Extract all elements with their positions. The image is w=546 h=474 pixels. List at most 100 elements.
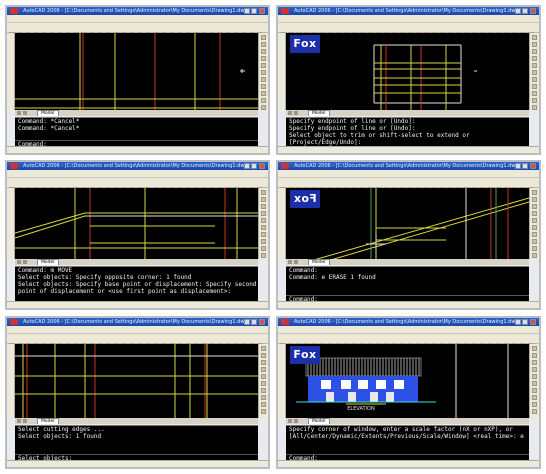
tab-model[interactable]: Model xyxy=(37,110,59,116)
tool-icon[interactable] xyxy=(532,218,537,223)
close-icon[interactable] xyxy=(259,319,265,325)
tool-icon[interactable] xyxy=(532,353,537,358)
minimize-icon[interactable] xyxy=(515,319,521,325)
tab-scroll-arrow[interactable] xyxy=(17,111,21,115)
tool-icon[interactable] xyxy=(532,232,537,237)
minimize-icon[interactable] xyxy=(515,163,521,169)
tab-scroll-arrow[interactable] xyxy=(294,111,298,115)
tool-icon[interactable] xyxy=(261,98,266,103)
tool-icon[interactable] xyxy=(261,204,266,209)
tool-icon[interactable] xyxy=(261,49,266,54)
maximize-icon[interactable] xyxy=(522,319,528,325)
tool-icon[interactable] xyxy=(261,374,266,379)
tool-icon[interactable] xyxy=(532,239,537,244)
tool-icon[interactable] xyxy=(261,56,266,61)
tool-icon[interactable] xyxy=(532,63,537,68)
tool-icon[interactable] xyxy=(261,353,266,358)
tab-model[interactable]: Model xyxy=(308,110,330,116)
tool-icon[interactable] xyxy=(532,70,537,75)
tool-icon[interactable] xyxy=(532,360,537,365)
tab-model[interactable]: Model xyxy=(308,259,330,265)
model-space[interactable] xyxy=(15,33,258,110)
tab-scroll-arrow[interactable] xyxy=(17,260,21,264)
tool-icon[interactable] xyxy=(261,190,266,195)
maximize-icon[interactable] xyxy=(251,163,257,169)
tool-icon[interactable] xyxy=(532,190,537,195)
tool-icon[interactable] xyxy=(532,395,537,400)
minimize-icon[interactable] xyxy=(515,8,521,14)
tool-icon[interactable] xyxy=(261,197,266,202)
tool-icon[interactable] xyxy=(532,105,537,110)
tab-scroll-arrow[interactable] xyxy=(288,260,292,264)
tool-icon[interactable] xyxy=(532,225,537,230)
tool-icon[interactable] xyxy=(261,70,266,75)
tool-icon[interactable] xyxy=(261,232,266,237)
tool-icon[interactable] xyxy=(261,63,266,68)
tool-icon[interactable] xyxy=(261,239,266,244)
close-icon[interactable] xyxy=(530,319,536,325)
minimize-icon[interactable] xyxy=(244,319,250,325)
tool-icon[interactable] xyxy=(532,367,537,372)
model-space[interactable]: ELEVATION xyxy=(286,344,529,418)
tab-model[interactable]: Model xyxy=(37,259,59,265)
tool-icon[interactable] xyxy=(532,381,537,386)
tool-icon[interactable] xyxy=(261,346,266,351)
drawing-area[interactable] xyxy=(15,344,258,418)
drawing-area[interactable]: ELEVATION xyxy=(286,344,529,418)
tool-icon[interactable] xyxy=(261,42,266,47)
tool-icon[interactable] xyxy=(261,388,266,393)
model-space[interactable] xyxy=(286,188,529,259)
minimize-icon[interactable] xyxy=(244,8,250,14)
tool-icon[interactable] xyxy=(532,49,537,54)
tool-icon[interactable] xyxy=(532,402,537,407)
tool-icon[interactable] xyxy=(532,35,537,40)
tool-icon[interactable] xyxy=(532,98,537,103)
maximize-icon[interactable] xyxy=(522,163,528,169)
tool-icon[interactable] xyxy=(261,381,266,386)
maximize-icon[interactable] xyxy=(251,319,257,325)
model-space[interactable] xyxy=(15,188,258,259)
tool-icon[interactable] xyxy=(261,91,266,96)
tab-model[interactable]: Model xyxy=(37,418,59,424)
tool-icon[interactable] xyxy=(261,77,266,82)
tab-scroll-arrow[interactable] xyxy=(288,419,292,423)
tool-icon[interactable] xyxy=(532,246,537,251)
drawing-area[interactable] xyxy=(15,33,258,110)
tab-scroll-arrow[interactable] xyxy=(294,419,298,423)
tool-icon[interactable] xyxy=(532,42,537,47)
tool-icon[interactable] xyxy=(532,56,537,61)
tab-scroll-arrow[interactable] xyxy=(23,419,27,423)
close-icon[interactable] xyxy=(259,163,265,169)
tool-icon[interactable] xyxy=(261,105,266,110)
drawing-area[interactable] xyxy=(286,33,529,110)
close-icon[interactable] xyxy=(530,163,536,169)
tool-icon[interactable] xyxy=(532,409,537,414)
model-space[interactable] xyxy=(286,33,529,110)
maximize-icon[interactable] xyxy=(522,8,528,14)
command-window[interactable]: Specify endpoint of line or [Undo]: Speci… xyxy=(286,117,529,148)
tab-scroll-arrow[interactable] xyxy=(288,111,292,115)
command-window[interactable]: Specify corner of window, enter a scale … xyxy=(286,425,529,462)
tool-icon[interactable] xyxy=(261,246,266,251)
tab-scroll-arrow[interactable] xyxy=(23,260,27,264)
tool-icon[interactable] xyxy=(261,409,266,414)
tab-scroll-arrow[interactable] xyxy=(294,260,298,264)
drawing-area[interactable] xyxy=(15,188,258,259)
tool-icon[interactable] xyxy=(532,374,537,379)
tool-icon[interactable] xyxy=(261,395,266,400)
tab-model[interactable]: Model xyxy=(308,418,330,424)
tool-icon[interactable] xyxy=(261,360,266,365)
model-space[interactable] xyxy=(15,344,258,418)
tool-icon[interactable] xyxy=(532,77,537,82)
tool-icon[interactable] xyxy=(261,402,266,407)
tool-icon[interactable] xyxy=(532,388,537,393)
tab-scroll-arrow[interactable] xyxy=(23,111,27,115)
minimize-icon[interactable] xyxy=(244,163,250,169)
tab-scroll-arrow[interactable] xyxy=(17,419,21,423)
tool-icon[interactable] xyxy=(532,204,537,209)
command-window[interactable]: Command: m MOVE Select objects: Specify o… xyxy=(15,266,258,303)
close-icon[interactable] xyxy=(259,8,265,14)
tool-icon[interactable] xyxy=(532,346,537,351)
tool-icon[interactable] xyxy=(261,367,266,372)
tool-icon[interactable] xyxy=(261,218,266,223)
